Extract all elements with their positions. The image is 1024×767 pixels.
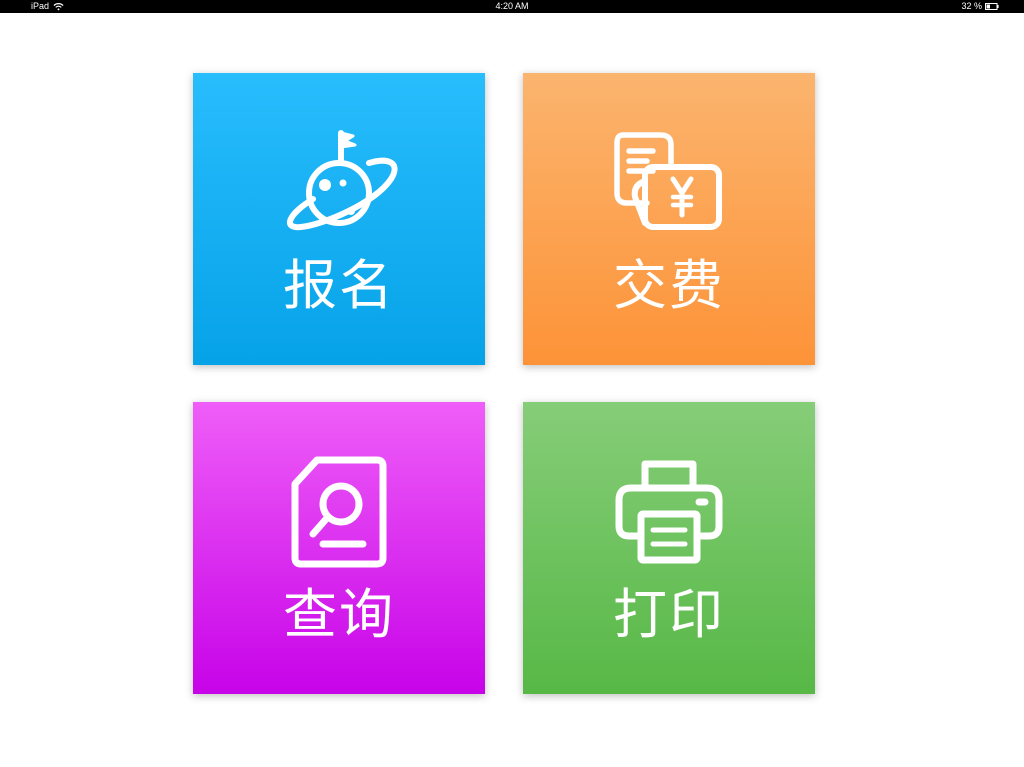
status-right: 32 % (961, 0, 999, 13)
planet-flag-icon (287, 130, 398, 231)
document-search-icon (291, 456, 387, 568)
query-tile[interactable]: 查询 (193, 402, 485, 694)
register-tile[interactable]: 报名 (193, 73, 485, 365)
status-bar: iPad 4:20 AM 32 % (0, 0, 1024, 13)
battery-percent: 32 % (961, 1, 982, 11)
pay-label: 交费 (613, 254, 725, 317)
print-tile[interactable]: 打印 (523, 402, 815, 694)
print-label: 打印 (613, 583, 725, 646)
pay-tile[interactable]: 交费 (523, 73, 815, 365)
query-label: 查询 (283, 583, 395, 646)
status-time: 4:20 AM (495, 1, 529, 11)
printer-icon (615, 460, 723, 564)
invoice-yen-icon (614, 132, 722, 230)
battery-icon (985, 3, 999, 10)
register-label: 报名 (283, 254, 395, 317)
